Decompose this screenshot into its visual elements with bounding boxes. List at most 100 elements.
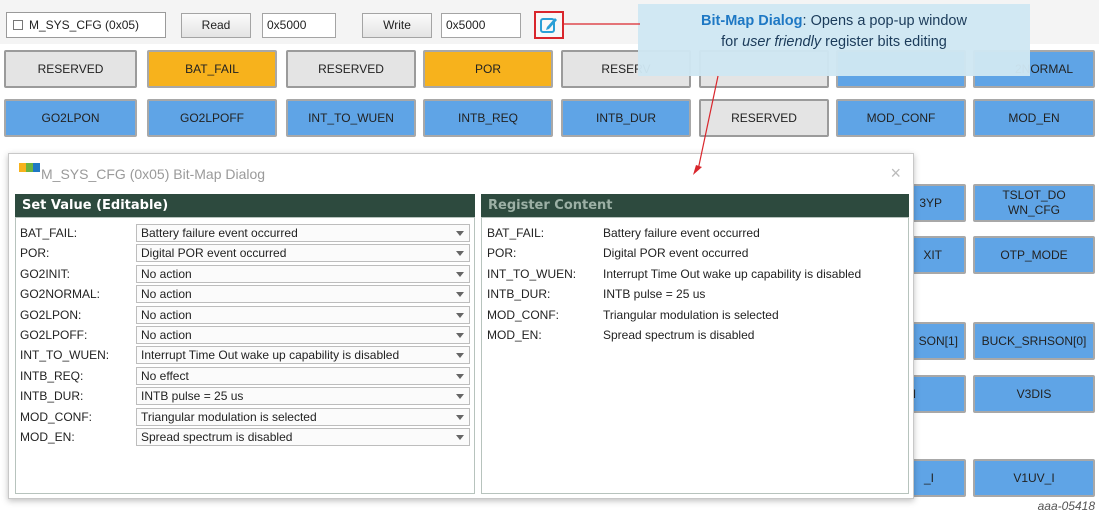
field-label: GO2NORMAL: (20, 287, 101, 302)
callout-line-1: Bit-Map Dialog: Opens a pop-up window (638, 11, 1030, 32)
field-select-value: Triangular modulation is selected (141, 409, 317, 424)
field-select-value: Spread spectrum is disabled (141, 430, 293, 444)
register-content-label: INTB_DUR: (487, 287, 551, 302)
field-select-value: Digital POR event occurred (141, 246, 287, 261)
field-row: GO2INIT: No action (20, 264, 470, 284)
bit-button[interactable]: POR (423, 50, 553, 88)
field-select-value: No effect (141, 368, 189, 383)
field-row: GO2LPON: No action (20, 305, 470, 325)
field-select[interactable]: Battery failure event occurred (136, 224, 470, 242)
bit-button[interactable]: MOD_EN (973, 99, 1095, 137)
register-content-row: MOD_CONF: Triangular modulation is select… (487, 305, 905, 325)
field-row: INTB_REQ: No effect (20, 366, 470, 386)
bit-button[interactable]: V3DIS (973, 375, 1095, 413)
field-label: POR: (20, 246, 50, 261)
dialog-title: M_SYS_CFG (0x05) Bit-Map Dialog (41, 166, 266, 182)
register-content-value: INTB pulse = 25 us (603, 287, 706, 302)
bit-button[interactable]: BAT_FAIL (147, 50, 277, 88)
field-row: INT_TO_WUEN: Interrupt Time Out wake up c… (20, 345, 470, 365)
field-label: MOD_CONF: (20, 409, 92, 424)
register-content-label: BAT_FAIL: (487, 226, 545, 240)
register-content-row: INTB_DUR: INTB pulse = 25 us (487, 284, 905, 304)
read-value-field[interactable]: 0x5000 (262, 13, 336, 38)
dropdown-arrow-icon[interactable] (456, 373, 464, 379)
field-select[interactable]: No effect (136, 366, 470, 385)
bit-button[interactable]: INT_TO_WUEN (286, 99, 416, 137)
write-button[interactable]: Write (362, 13, 432, 38)
field-select-value: Interrupt Time Out wake up capability is… (141, 348, 400, 363)
field-row: BAT_FAIL: Battery failure event occurred (20, 223, 470, 243)
bit-button[interactable]: OTP_MODE (973, 236, 1095, 274)
register-content-row: INT_TO_WUEN: Interrupt Time Out wake up c… (487, 264, 905, 284)
register-content-label: POR: (487, 246, 517, 261)
bit-button[interactable]: INTB_REQ (423, 99, 553, 137)
field-label: INT_TO_WUEN: (20, 348, 110, 363)
field-select[interactable]: No action (136, 326, 470, 344)
dropdown-arrow-icon[interactable] (456, 435, 464, 440)
field-select-value: No action (141, 287, 192, 302)
edit-icon (540, 18, 557, 33)
field-select-value: No action (141, 307, 192, 322)
register-content-value: Triangular modulation is selected (603, 307, 779, 322)
register-content-value: Spread spectrum is disabled (603, 328, 755, 342)
register-content-row: MOD_EN: Spread spectrum is disabled (487, 325, 905, 345)
register-select-label: M_SYS_CFG (0x05) (29, 18, 140, 32)
bit-button[interactable]: BUCK_SRHSON[0] (973, 322, 1095, 360)
field-label: GO2INIT: (20, 266, 71, 281)
dialog-title-bar: M_SYS_CFG (0x05) Bit-Map Dialog × (9, 154, 913, 192)
field-select-value: No action (141, 328, 192, 342)
field-row: POR: Digital POR event occurred (20, 243, 470, 263)
callout-text: register bits editing (821, 34, 947, 50)
field-select[interactable]: No action (136, 305, 470, 324)
register-checkbox[interactable] (13, 20, 23, 30)
dropdown-arrow-icon[interactable] (456, 312, 464, 318)
field-row: GO2NORMAL: No action (20, 284, 470, 304)
write-value-field[interactable]: 0x5000 (441, 13, 521, 38)
field-select[interactable]: Triangular modulation is selected (136, 407, 470, 426)
close-icon[interactable]: × (890, 163, 901, 184)
field-label: GO2LPON: (20, 307, 82, 322)
dropdown-arrow-icon[interactable] (456, 353, 464, 359)
bit-button[interactable]: GO2LPOFF (147, 99, 277, 137)
bit-button[interactable]: RESERVED (286, 50, 416, 88)
dropdown-arrow-icon[interactable] (456, 394, 464, 400)
dropdown-arrow-icon[interactable] (456, 231, 464, 236)
field-row: GO2LPOFF: No action (20, 325, 470, 345)
read-button[interactable]: Read (181, 13, 251, 38)
bit-button[interactable]: RESERVED (699, 99, 829, 137)
bit-button[interactable]: V1UV_I (973, 459, 1095, 497)
dropdown-arrow-icon[interactable] (456, 271, 464, 277)
field-select[interactable]: Interrupt Time Out wake up capability is… (136, 346, 470, 365)
field-label: INTB_REQ: (20, 368, 84, 383)
field-row: MOD_EN: Spread spectrum is disabled (20, 427, 470, 447)
field-select[interactable]: No action (136, 264, 470, 283)
bit-button[interactable]: MOD_CONF (836, 99, 966, 137)
bit-button[interactable]: RESERVED (4, 50, 137, 88)
dropdown-arrow-icon[interactable] (456, 251, 464, 257)
figure-id: aaa-05418 (1037, 499, 1095, 513)
field-select[interactable]: Spread spectrum is disabled (136, 428, 470, 446)
bit-button[interactable]: INTB_DUR (561, 99, 691, 137)
dropdown-arrow-icon[interactable] (456, 292, 464, 298)
callout-text: for (721, 34, 743, 50)
field-select[interactable]: Digital POR event occurred (136, 244, 470, 263)
dropdown-arrow-icon[interactable] (456, 414, 464, 420)
field-select-value: Battery failure event occurred (141, 226, 298, 240)
field-row: MOD_CONF: Triangular modulation is select… (20, 407, 470, 427)
register-content-value: Digital POR event occurred (603, 246, 749, 261)
field-label: GO2LPOFF: (20, 328, 88, 342)
field-label: BAT_FAIL: (20, 226, 78, 240)
register-content-value: Interrupt Time Out wake up capability is… (603, 266, 862, 281)
bitmap-dialog: M_SYS_CFG (0x05) Bit-Map Dialog × Set Va… (8, 153, 914, 499)
field-select[interactable]: INTB pulse = 25 us (136, 387, 470, 406)
field-select-value: INTB pulse = 25 us (141, 389, 244, 404)
register-select[interactable]: M_SYS_CFG (0x05) (6, 12, 166, 38)
bitmap-dialog-button[interactable] (534, 11, 564, 39)
field-select[interactable]: No action (136, 285, 470, 304)
bit-button[interactable]: TSLOT_DO WN_CFG (973, 184, 1095, 222)
bit-button[interactable]: GO2LPON (4, 99, 137, 137)
dropdown-arrow-icon[interactable] (456, 333, 464, 338)
callout-text: : Opens a pop-up window (802, 13, 967, 29)
callout-line-2: for user friendly register bits editing (638, 32, 1030, 53)
register-content-panel: BAT_FAIL: Battery failure event occurred P… (481, 217, 909, 494)
